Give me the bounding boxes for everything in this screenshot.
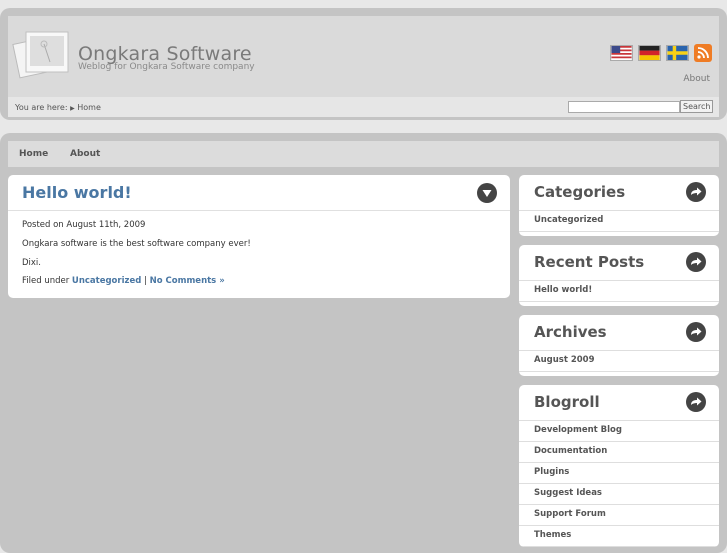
widget-title: Archives [519,315,719,351]
arrow-right-icon[interactable] [686,182,706,202]
nav-item-about[interactable]: About [70,149,100,159]
post-body-line: Ongkara software is the best software co… [22,239,251,249]
filed-under-label: Filed under [22,276,70,286]
blogroll-link[interactable]: Themes [519,526,719,547]
blogroll-link[interactable]: Suggest Ideas [519,484,719,505]
widget-title: Categories [519,175,719,211]
category-link[interactable]: Uncategorized [72,276,141,286]
widget-title: Blogroll [519,385,719,421]
post-title[interactable]: Hello world! [22,183,132,202]
meta-separator: | [144,276,147,286]
widget-title-text: Categories [534,183,626,201]
search-input[interactable] [568,101,680,113]
breadcrumb-home-link[interactable]: Home [77,103,101,112]
post: Hello world! Posted on August 11th, 2009… [8,175,510,298]
widget-archives: Archives August 2009 [519,315,719,376]
blogroll-link[interactable]: Support Forum [519,505,719,526]
collapse-toggle-icon[interactable] [477,183,497,203]
breadcrumb-prefix: You are here: [15,103,68,112]
arrow-right-icon[interactable] [686,252,706,272]
widget-title: Recent Posts [519,245,719,281]
site-tagline: Weblog for Ongkara Software company [78,62,255,72]
post-meta: Filed under Uncategorized | No Comments … [22,276,225,286]
widget-recent-posts: Recent Posts Hello world! [519,245,719,306]
post-body-line: Dixi. [22,258,42,268]
nav-bar: Home About [8,141,719,167]
language-switcher [610,44,712,62]
main-container: Home About Hello world! Posted on August… [0,133,727,553]
se-flag-icon[interactable] [666,45,689,61]
post-date: Posted on August 11th, 2009 [22,220,146,230]
widget-item[interactable]: Hello world! [519,281,719,302]
breadcrumb: You are here: ▶ Home [15,103,101,112]
header: Ongkara Software Weblog for Ongkara Soft… [0,8,727,120]
blogroll-link[interactable]: Development Blog [519,421,719,442]
comments-link[interactable]: No Comments » [150,276,225,286]
blogroll-link[interactable]: Documentation [519,442,719,463]
widget-title-text: Archives [534,323,607,341]
post-divider [8,210,510,211]
arrow-right-icon[interactable] [686,392,706,412]
de-flag-icon[interactable] [638,45,661,61]
us-flag-icon[interactable] [610,45,633,61]
widget-item[interactable]: August 2009 [519,351,719,372]
arrow-right-icon[interactable] [686,322,706,342]
blogroll-link[interactable]: Plugins [519,463,719,484]
widget-item[interactable]: Uncategorized [519,211,719,232]
widget-title-text: Blogroll [534,393,600,411]
rss-icon[interactable] [694,44,712,62]
widget-blogroll: Blogroll Development Blog Documentation … [519,385,719,547]
photo-stack-logo-icon [12,31,69,79]
nav-item-home[interactable]: Home [19,149,48,159]
widget-title-text: Recent Posts [534,253,645,271]
breadcrumb-arrow-icon: ▶ [70,105,75,112]
header-about-link[interactable]: About [683,74,710,84]
widget-categories: Categories Uncategorized [519,175,719,236]
search-button[interactable]: Search [680,100,714,113]
